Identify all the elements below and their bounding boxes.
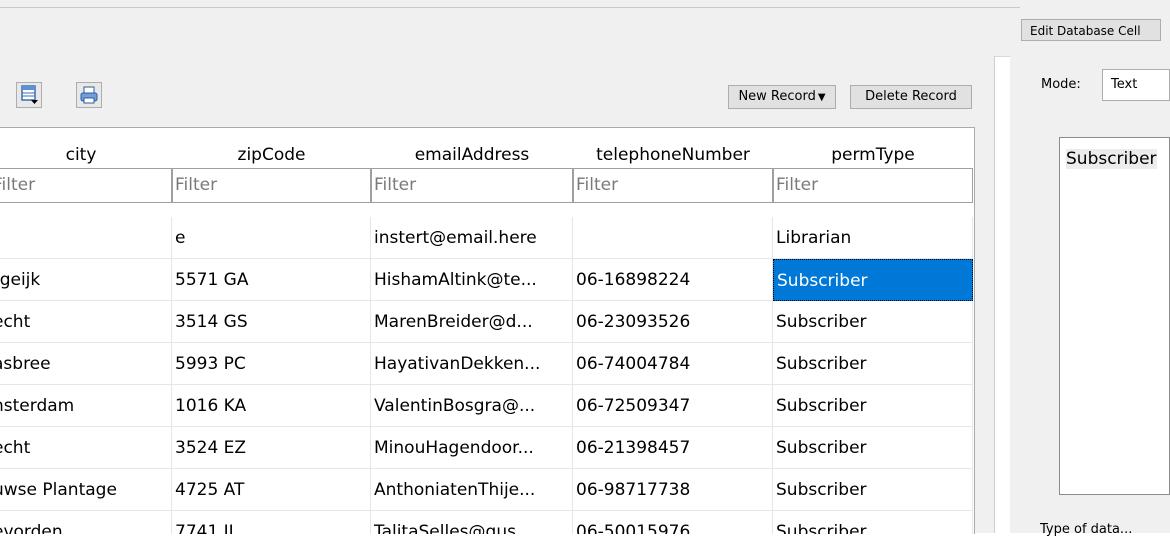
table-column: cityFilterrgeijkechtasbreensterdamechtuw… [0,128,172,534]
table-cell[interactable]: instert@email.here [371,217,573,259]
table-cell[interactable]: 06-74004784 [573,343,773,385]
column-header[interactable]: telephoneNumber [573,128,773,168]
table-cell[interactable]: Subscriber [773,427,973,469]
type-of-data-label: Type of data... [1040,522,1133,537]
print-icon [80,86,98,104]
column-header[interactable]: zipCode [172,128,371,168]
table-cell[interactable]: MarenBreider@d... [371,301,573,343]
column-header[interactable]: permType [773,128,973,168]
table-cell[interactable]: Librarian [773,217,973,259]
column-filter-input[interactable]: Filter [773,168,973,203]
table-cell[interactable] [573,217,773,259]
export-table-icon[interactable] [16,82,42,108]
table-cell[interactable]: 4725 AT [172,469,371,511]
table-cell[interactable]: 06-21398457 [573,427,773,469]
table-cell[interactable]: HayativanDekken... [371,343,573,385]
table-cell[interactable]: MinouHagendoor... [371,427,573,469]
table-cell[interactable]: 3524 EZ [172,427,371,469]
table-cell[interactable]: 1016 KA [172,385,371,427]
mode-select[interactable]: Text [1102,69,1170,101]
table-cell[interactable]: e [172,217,371,259]
table-cell[interactable]: Subscriber [773,385,973,427]
table-cell[interactable]: 06-50015976 [573,511,773,534]
table-cell[interactable]: Subscriber [773,469,973,511]
export-table-icon [21,85,38,104]
table-cell[interactable]: nsterdam [0,385,172,427]
table-cell[interactable]: Subscriber [773,301,973,343]
table-cell[interactable]: 06-23093526 [573,301,773,343]
table-cell[interactable]: ValentinBosgra@... [371,385,573,427]
table-column: emailAddress Filter instert@email.here Hish… [371,128,573,534]
table-column: permType Filter Librarian Subscriber Subscri… [773,128,973,534]
column-filter-input[interactable]: Filter [0,168,172,203]
table-cell[interactable]: HishamAltink@te... [371,259,573,301]
data-table: cityFilterrgeijkechtasbreensterdamechtuw… [0,127,975,534]
table-column: telephoneNumber Filter 06-16898224 06-23093… [573,128,773,534]
column-filter-input[interactable]: Filter [172,168,371,203]
column-filter-input[interactable]: Filter [371,168,573,203]
table-cell[interactable]: 5571 GA [172,259,371,301]
new-record-button[interactable]: New Record ▼ [728,85,836,109]
column-header[interactable]: emailAddress [371,128,573,168]
cell-editor-textarea[interactable] [1059,137,1170,495]
top-toolbar [0,0,1020,57]
table-cell[interactable]: 7741 JJ [172,511,371,534]
table-cell[interactable]: echt [0,301,172,343]
table-column: zipCode Filter e 5571 GA 3514 GS 5993 PC 1016 … [172,128,371,534]
mode-label: Mode: [1041,77,1081,92]
table-cell[interactable]: rgeijk [0,259,172,301]
table-cell[interactable]: 5993 PC [172,343,371,385]
dropdown-arrow-icon: ▼ [817,92,826,103]
table-cell[interactable]: 06-98717738 [573,469,773,511]
table-cell[interactable]: asbree [0,343,172,385]
table-cell[interactable]: AnthoniatenThije... [371,469,573,511]
table-cell[interactable]: Subscriber [773,259,973,301]
column-header[interactable]: city [0,128,172,168]
table-cell[interactable]: 06-72509347 [573,385,773,427]
table-cell[interactable]: evorden [0,511,172,534]
table-cell[interactable]: 06-16898224 [573,259,773,301]
column-filter-input[interactable]: Filter [573,168,773,203]
window-edge [0,7,1020,8]
new-record-label: New Record [738,89,816,104]
delete-record-button[interactable]: Delete Record [850,85,972,109]
edit-database-cell-tab[interactable]: Edit Database Cell [1021,19,1161,41]
table-cell[interactable]: 3514 GS [172,301,371,343]
table-cell[interactable]: echt [0,427,172,469]
print-icon[interactable] [76,82,102,108]
table-cell[interactable]: uwse Plantage [0,469,172,511]
table-cell[interactable]: Subscriber [773,343,973,385]
panel-divider[interactable] [994,56,995,533]
table-cell[interactable]: Subscriber [773,511,973,534]
table-cell[interactable]: TalitaSelles@gus... [371,511,573,534]
table-cell[interactable] [0,217,172,259]
cell-editor-value: Subscriber [1066,149,1157,169]
